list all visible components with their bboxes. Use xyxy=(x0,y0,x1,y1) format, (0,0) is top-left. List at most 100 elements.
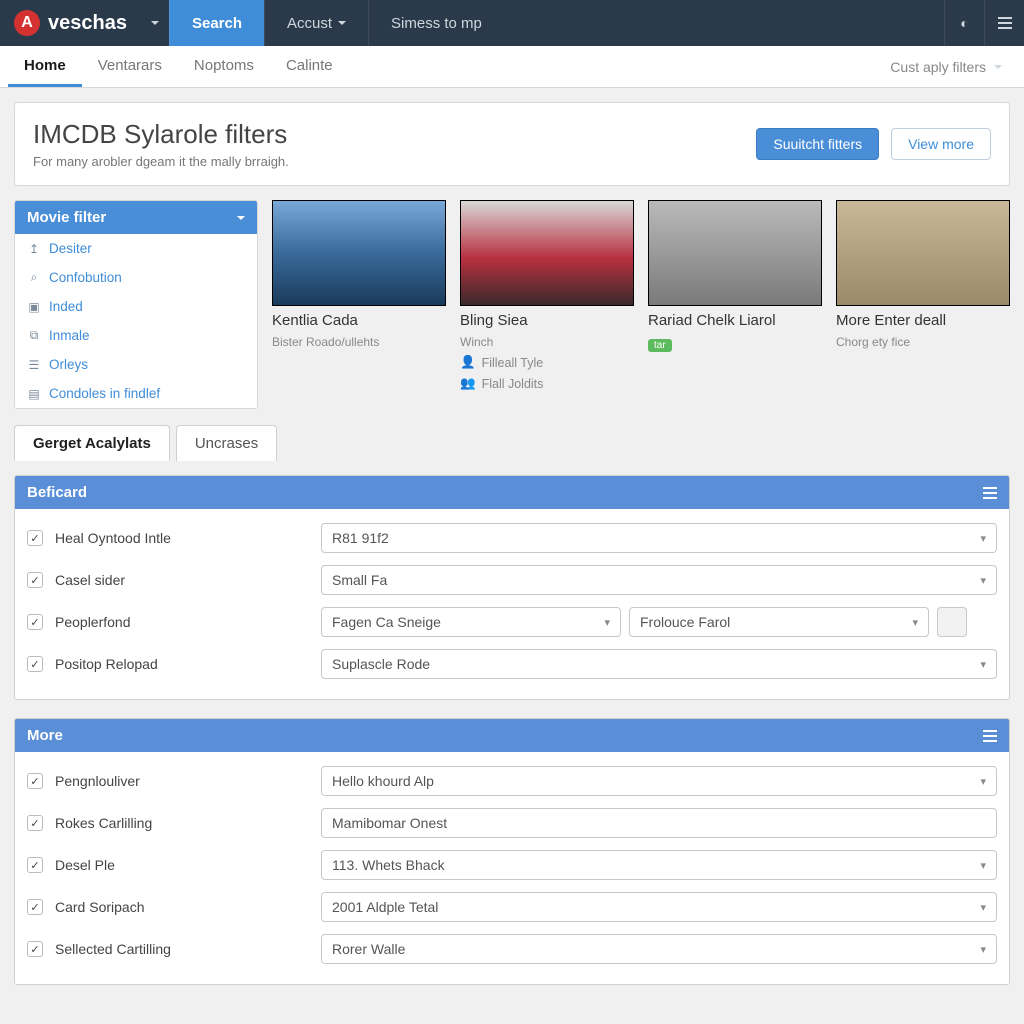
sidebar-item-label: Confobution xyxy=(49,270,122,285)
form-row: ✓Heal Oyntood IntleR81 91f2▾ xyxy=(27,517,997,559)
menu-button[interactable] xyxy=(984,0,1024,46)
checkbox[interactable]: ✓ xyxy=(27,572,43,588)
checkbox[interactable]: ✓ xyxy=(27,857,43,873)
status-badge: tar xyxy=(648,339,672,352)
field-label: ✓Card Soripach xyxy=(27,899,309,915)
nav-account-label: Accust xyxy=(287,15,332,32)
thumbnail-card[interactable]: Kentlia CadaBister Roado/ullehts xyxy=(272,200,446,391)
thumbnail-card[interactable]: Rariad Chelk Liarol tar xyxy=(648,200,822,391)
secnav-calinte[interactable]: Calinte xyxy=(270,46,349,87)
sidebar-item-label: Inded xyxy=(49,299,83,314)
sidebar-item-icon: ☰ xyxy=(27,358,41,372)
notifications-button[interactable]: ◐ xyxy=(944,0,984,46)
sidebar-item[interactable]: ▣Inded xyxy=(15,292,257,321)
select-input[interactable]: Suplascle Rode▾ xyxy=(321,649,997,679)
page-subtitle: For many arobler dgeam it the mally brra… xyxy=(33,154,744,169)
thumbnail-subtitle: Winch xyxy=(460,335,634,349)
text-input[interactable]: Mamibomar Onest xyxy=(321,808,997,838)
field-label: ✓Rokes Carlilling xyxy=(27,815,309,831)
select-input[interactable]: Hello khourd Alp▾ xyxy=(321,766,997,796)
thumbnail-meta: 👥Flall Joldits xyxy=(460,376,634,391)
page-title: IMCDB Sylarole filters xyxy=(33,119,744,150)
checkbox[interactable]: ✓ xyxy=(27,614,43,630)
nav-simess[interactable]: Simess to mp xyxy=(368,0,504,46)
form-row: ✓Desel Ple113. Whets Bhack▾ xyxy=(27,844,997,886)
sidebar-item-icon: ↥ xyxy=(27,242,41,256)
field-label: ✓Peoplerfond xyxy=(27,614,309,630)
checkbox[interactable]: ✓ xyxy=(27,656,43,672)
form-row: ✓Casel sider Small Fa▾ xyxy=(27,559,997,601)
apply-filters-dropdown[interactable]: Cust aply filters xyxy=(876,46,1016,87)
field-value: Mamibomar Onest xyxy=(332,815,447,831)
checkbox[interactable]: ✓ xyxy=(27,899,43,915)
movie-filter-sidebar: Movie filter ↥Desiter⌕Confobution▣Inded⧉… xyxy=(14,200,258,409)
thumbnail-image xyxy=(272,200,446,306)
chevron-down-icon: ▾ xyxy=(604,616,610,629)
select-input[interactable]: Small Fa▾ xyxy=(321,565,997,595)
person-icon: 👥 xyxy=(460,376,476,391)
form-row: ✓Pengnlouliver Hello khourd Alp▾ xyxy=(27,760,997,802)
field-label: ✓Casel sider xyxy=(27,572,309,588)
apply-filters-label: Cust aply filters xyxy=(890,59,986,75)
form-row: ✓Peoplerfond Fagen Ca Sneige▾ Frolouce Far… xyxy=(27,601,997,643)
secnav-ventarars[interactable]: Ventarars xyxy=(82,46,178,87)
thumbnail-row: Kentlia CadaBister Roado/ullehtsBling Si… xyxy=(272,200,1010,391)
thumbnail-meta: 👤Filleall Tyle xyxy=(460,355,634,370)
nav-simess-label: Simess to mp xyxy=(391,15,482,32)
select-input[interactable]: Rorer Walle▾ xyxy=(321,934,997,964)
thumbnail-image xyxy=(836,200,1010,306)
select-input[interactable]: 113. Whets Bhack▾ xyxy=(321,850,997,880)
clock-icon: ◐ xyxy=(960,15,968,31)
brand-dropdown[interactable] xyxy=(141,0,169,46)
nav-account[interactable]: Accust xyxy=(264,0,368,46)
brand-name: veschas xyxy=(48,12,127,35)
field-value: R81 91f2 xyxy=(332,530,389,546)
checkbox[interactable]: ✓ xyxy=(27,773,43,789)
sidebar-item-icon: ⧉ xyxy=(27,328,41,343)
secnav-home[interactable]: Home xyxy=(8,46,82,87)
select-input[interactable]: Fagen Ca Sneige▾ xyxy=(321,607,621,637)
select-input[interactable]: 2001 Aldple Tetal▾ xyxy=(321,892,997,922)
sidebar-item[interactable]: ⌕ Confobution xyxy=(15,263,257,292)
chevron-down-icon: ▾ xyxy=(912,616,918,629)
sidebar-item[interactable]: ☰Orleys xyxy=(15,350,257,379)
thumbnail-image xyxy=(648,200,822,306)
nav-search[interactable]: Search xyxy=(169,0,264,46)
thumbnail-card[interactable]: Bling SieaWinch👤Filleall Tyle👥Flall Jold… xyxy=(460,200,634,391)
sidebar-item[interactable]: ↥Desiter xyxy=(15,234,257,263)
field-value: Suplascle Rode xyxy=(332,656,430,672)
chevron-down-icon: ▾ xyxy=(980,859,986,872)
checkbox[interactable]: ✓ xyxy=(27,941,43,957)
select-input[interactable]: R81 91f2▾ xyxy=(321,523,997,553)
checkbox[interactable]: ✓ xyxy=(27,815,43,831)
tab-gerget[interactable]: Gerget Acalylats xyxy=(14,425,170,461)
panel-menu-icon[interactable] xyxy=(983,492,997,494)
form-row: ✓Positop RelopadSuplascle Rode▾ xyxy=(27,643,997,685)
secondary-nav: Home Ventarars Noptoms Calinte Cust aply… xyxy=(0,46,1024,88)
chevron-down-icon xyxy=(237,216,245,224)
thumbnail-subtitle: Bister Roado/ullehts xyxy=(272,335,446,349)
sidebar-header[interactable]: Movie filter xyxy=(15,201,257,234)
thumbnail-title: Rariad Chelk Liarol xyxy=(648,312,822,329)
panel-menu-icon[interactable] xyxy=(983,735,997,737)
action-button[interactable] xyxy=(937,607,967,637)
chevron-down-icon: ▾ xyxy=(980,574,986,587)
checkbox[interactable]: ✓ xyxy=(27,530,43,546)
submit-filters-button[interactable]: Suuitcht fitters xyxy=(756,128,879,160)
tab-uncrases[interactable]: Uncrases xyxy=(176,425,277,461)
panel-title: More xyxy=(27,727,63,744)
sidebar-item-icon: ▤ xyxy=(27,387,41,401)
thumbnail-card[interactable]: More Enter deallChorg ety fice xyxy=(836,200,1010,391)
sidebar-item[interactable]: ⧉Inmale xyxy=(15,321,257,350)
field-label: ✓Pengnlouliver xyxy=(27,773,309,789)
logo-icon: A xyxy=(14,10,40,36)
person-icon: 👤 xyxy=(460,355,476,370)
brand-logo[interactable]: A veschas xyxy=(0,0,141,46)
view-more-button[interactable]: View more xyxy=(891,128,991,160)
select-input[interactable]: Frolouce Farol▾ xyxy=(629,607,929,637)
sidebar-item[interactable]: ▤Condoles in findlef xyxy=(15,379,257,408)
panel-header: More xyxy=(15,719,1009,752)
sidebar-item-icon: ⌕ xyxy=(27,270,41,285)
field-label: ✓Sellected Cartilling xyxy=(27,941,309,957)
content-row: Movie filter ↥Desiter⌕Confobution▣Inded⧉… xyxy=(14,200,1010,409)
